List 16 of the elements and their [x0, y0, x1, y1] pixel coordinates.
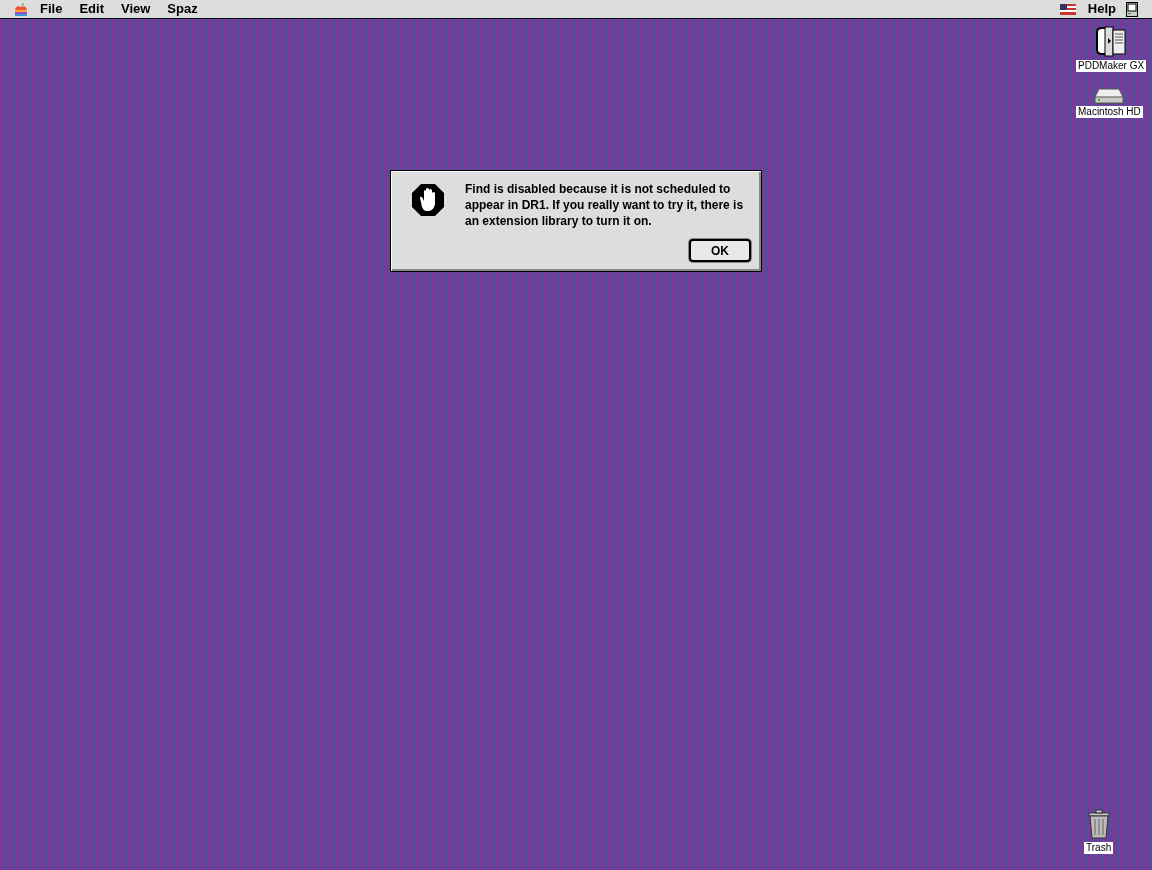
- icon-label[interactable]: Trash: [1084, 842, 1114, 854]
- icon-label[interactable]: Macintosh HD: [1076, 106, 1143, 118]
- alert-message: Find is disabled because it is not scheduled to appear in DR1. If you really want to try it, there is an extension library to turn it on.: [465, 181, 745, 229]
- icon-label[interactable]: PDDMaker GX: [1076, 60, 1147, 72]
- trash-icon: [1086, 808, 1111, 840]
- document-app-icon: [1094, 26, 1129, 58]
- menu-title[interactable]: File: [40, 0, 63, 19]
- menu-title[interactable]: Edit: [79, 0, 104, 19]
- ok-button[interactable]: OK: [689, 239, 751, 262]
- stop-hand-icon: [411, 183, 445, 217]
- menu-title[interactable]: View: [120, 0, 151, 19]
- flag-icon[interactable]: [1059, 3, 1076, 15]
- menu-title[interactable]: Spaz: [167, 0, 198, 19]
- computer-icon[interactable]: [1126, 1, 1138, 17]
- apple-menu-icon[interactable]: [14, 1, 28, 17]
- menu-title[interactable]: Help: [1087, 0, 1116, 19]
